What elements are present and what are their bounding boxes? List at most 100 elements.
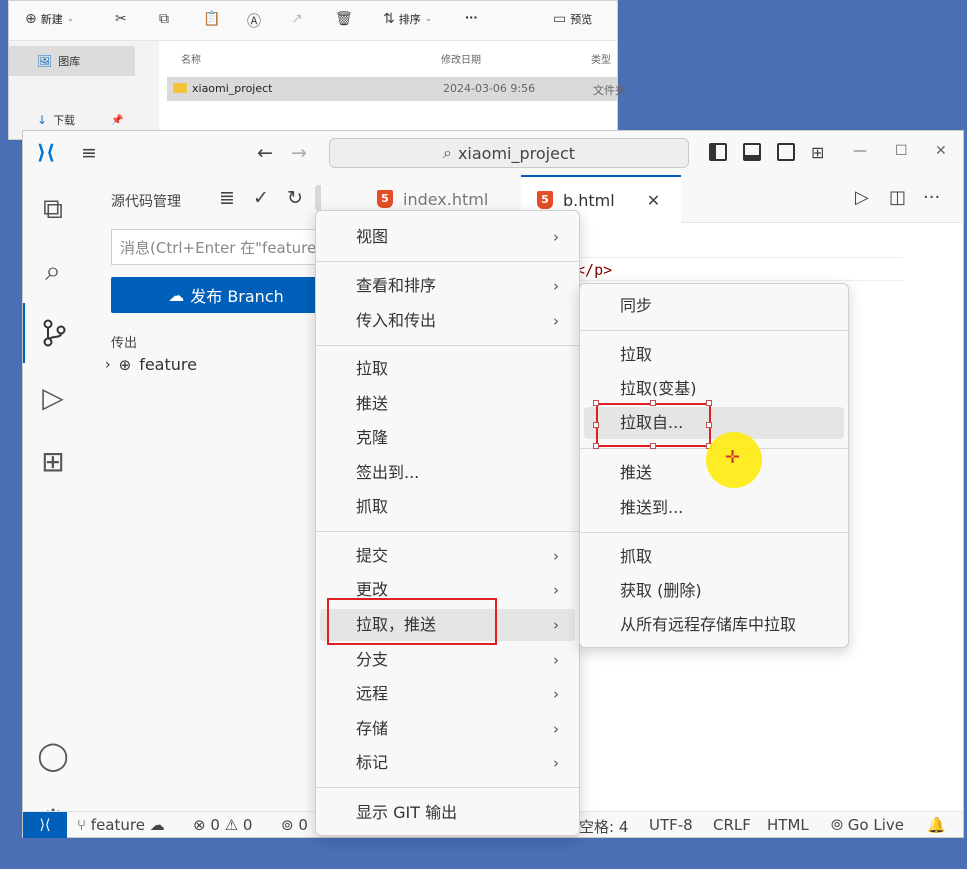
explorer-toolbar: ⊕ 新建 ⌄ ✂ ⧉ 📋 Ⓐ ↗ 🗑 ⇅ 排序 ⌄ ··· ▭ 预览	[9, 1, 617, 41]
cloud-upload-icon: ☁	[168, 285, 185, 305]
hamburger-menu-icon[interactable]: ≡	[81, 141, 97, 165]
toggle-secondary-sidebar-icon[interactable]	[777, 143, 795, 161]
commit-message-input[interactable]: 消息(Ctrl+Enter 在"feature"提交)	[111, 229, 341, 265]
preview-button[interactable]: ▭ 预览	[553, 11, 592, 27]
vscode-logo-icon: ⟩⟨	[36, 140, 56, 164]
column-header-type[interactable]: 类型	[591, 51, 611, 66]
menu-separator	[316, 787, 579, 788]
menu-item-view[interactable]: 视图 ›	[320, 221, 575, 253]
menu-item-show-git-output[interactable]: 显示 GIT 输出	[320, 797, 575, 829]
share-icon[interactable]: ↗	[291, 11, 303, 27]
view-as-tree-icon[interactable]: ≣	[219, 187, 235, 209]
source-control-icon[interactable]	[23, 303, 83, 363]
submenu-item-pull-rebase[interactable]: 拉取(变基)	[584, 373, 844, 405]
golive-icon: ⦾	[831, 816, 844, 834]
forward-arrow-icon[interactable]: →	[291, 141, 307, 165]
menu-item-clone[interactable]: 克隆	[320, 422, 575, 454]
menu-item-checkout[interactable]: 签出到...	[320, 457, 575, 489]
submenu-item-pull[interactable]: 拉取	[584, 339, 844, 371]
close-icon[interactable]: ✕	[935, 143, 947, 159]
column-header-modified[interactable]: 修改日期	[441, 51, 481, 66]
rename-icon[interactable]: Ⓐ	[247, 11, 261, 31]
menu-item-push[interactable]: 推送	[320, 388, 575, 420]
cut-icon[interactable]: ✂	[115, 11, 127, 27]
editor-more-icon[interactable]: ···	[923, 187, 940, 208]
back-arrow-icon[interactable]: ←	[257, 141, 273, 165]
account-icon[interactable]: ◯	[23, 725, 83, 785]
run-icon[interactable]: ▷	[855, 187, 869, 208]
submenu-item-sync[interactable]: 同步	[584, 290, 844, 322]
eol-status[interactable]: CRLF	[713, 816, 751, 834]
chevron-right-icon: ›	[553, 616, 559, 634]
delete-icon[interactable]: 🗑	[335, 11, 353, 27]
golive-status[interactable]: ⦾ Go Live	[831, 816, 904, 834]
chevron-right-icon: ›	[553, 277, 559, 295]
copy-icon[interactable]: ⧉	[159, 11, 169, 27]
warning-icon: ⚠	[224, 816, 239, 834]
chevron-right-icon: ›	[553, 312, 559, 330]
command-center-search[interactable]: ⌕ xiaomi_project	[329, 138, 689, 168]
commit-check-icon[interactable]: ✓	[253, 187, 269, 209]
menu-item-pull[interactable]: 拉取	[320, 353, 575, 385]
tab-close-icon[interactable]: ✕	[647, 191, 660, 210]
remote-indicator-button[interactable]: ⟩⟨	[23, 812, 67, 838]
pin-icon: 📌	[111, 114, 124, 126]
more-button[interactable]: ···	[465, 11, 478, 24]
preview-pane-icon: ▭	[553, 11, 567, 27]
notifications-bell-icon[interactable]: 🔔	[927, 816, 946, 834]
html5-icon: 5	[537, 191, 553, 209]
maximize-icon[interactable]: ☐	[895, 143, 908, 159]
sort-button[interactable]: ⇅ 排序 ⌄	[383, 11, 432, 27]
submenu-item-push-to[interactable]: 推送到...	[584, 492, 844, 524]
nav-item-gallery[interactable]: 🖼 图库	[9, 46, 135, 76]
menu-item-tags[interactable]: 标记 ›	[320, 747, 575, 779]
branch-status[interactable]: ⑂ feature ☁	[77, 816, 165, 834]
file-row[interactable]: xiaomi_project 2024-03-06 9:56 文件夹	[167, 77, 626, 101]
extensions-icon[interactable]: ⊞	[23, 431, 83, 491]
menu-item-view-sort[interactable]: 查看和排序 ›	[320, 270, 575, 302]
file-type: 文件夹	[593, 84, 626, 97]
menu-item-remote[interactable]: 远程 ›	[320, 678, 575, 710]
new-button[interactable]: ⊕ 新建 ⌄	[25, 11, 74, 27]
resize-handle	[650, 400, 656, 406]
file-modified: 2024-03-06 9:56	[443, 82, 536, 95]
run-debug-icon[interactable]: ▷	[23, 367, 83, 427]
publish-branch-button[interactable]: ☁ 发布 Branch	[111, 277, 341, 313]
source-control-graph-icon	[43, 319, 66, 347]
cloud-upload-icon: ☁	[149, 816, 165, 834]
minimize-icon[interactable]: —	[853, 143, 867, 159]
encoding-status[interactable]: UTF-8	[649, 816, 693, 834]
outgoing-tree-item[interactable]: › ⊕ feature	[105, 355, 197, 374]
menu-item-branch[interactable]: 分支 ›	[320, 644, 575, 676]
submenu-item-fetch-prune[interactable]: 获取 (删除)	[584, 575, 844, 607]
toggle-sidebar-icon[interactable]	[709, 143, 727, 161]
submenu-item-pull-all-remotes[interactable]: 从所有远程存储库中拉取	[584, 609, 844, 641]
column-header-name[interactable]: 名称	[181, 51, 201, 66]
resize-handle	[593, 422, 599, 428]
toggle-panel-icon[interactable]	[743, 143, 761, 161]
paste-icon[interactable]: 📋	[203, 11, 220, 27]
menu-item-stash[interactable]: 存储 ›	[320, 713, 575, 745]
branch-icon: ⑂	[77, 816, 87, 834]
search-icon[interactable]: ⌕	[23, 241, 83, 301]
customize-layout-icon[interactable]: ⊞	[811, 141, 824, 165]
chevron-right-icon: ›	[553, 547, 559, 565]
outgoing-arrow-icon: ⊕	[118, 355, 132, 374]
chevron-right-icon: ›	[553, 720, 559, 738]
submenu-item-fetch[interactable]: 抓取	[584, 541, 844, 573]
split-editor-icon[interactable]: ◫	[889, 187, 906, 208]
refresh-icon[interactable]: ↻	[287, 187, 303, 209]
error-icon: ⊗	[193, 816, 206, 834]
chevron-down-icon: ⌄	[424, 14, 433, 24]
language-status[interactable]: HTML	[767, 816, 809, 834]
menu-item-commit[interactable]: 提交 ›	[320, 540, 575, 572]
problems-status[interactable]: ⊗ 0 ⚠ 0	[193, 816, 252, 834]
explorer-icon[interactable]: ⧉	[23, 179, 83, 239]
activity-bar: ⧉ ⌕ ▷ ⊞ ◯ ⚙	[23, 175, 83, 836]
ports-status[interactable]: ⊚ 0	[281, 816, 308, 834]
menu-item-incoming-outgoing[interactable]: 传入和传出 ›	[320, 305, 575, 337]
indentation-status[interactable]: 空格: 4	[579, 816, 628, 837]
broadcast-icon: ⊚	[281, 816, 294, 834]
file-name: xiaomi_project	[173, 82, 273, 95]
menu-item-fetch[interactable]: 抓取	[320, 491, 575, 523]
